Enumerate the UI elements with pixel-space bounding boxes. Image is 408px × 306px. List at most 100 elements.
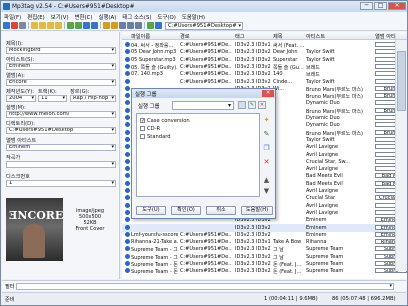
mp3-file-icon [125, 49, 130, 55]
favorite-folder-icon[interactable] [47, 22, 54, 29]
app-icon [3, 3, 10, 10]
cancel-button[interactable]: 취소 [206, 206, 236, 215]
action-label: Case conversion [147, 117, 190, 124]
cell-artist: Supreme Team [306, 261, 344, 267]
action-checkbox[interactable] [140, 134, 145, 139]
open-folder-icon[interactable] [31, 22, 38, 29]
title-bar[interactable]: Mp3tag v2.54 - C:#Users#951#Desktop# ─ □… [1, 1, 407, 12]
window-title: Mp3tag v2.54 - C:#Users#951#Desktop# [12, 3, 135, 10]
mp3-file-icon [125, 63, 130, 69]
help-button[interactable]: 도움말(H) [241, 206, 273, 215]
directory-dropdown[interactable]: C:#Users#951#Desktop# [165, 21, 243, 30]
status-bar: 준비 1 (00:04:11 | 9.6MB) 86 (05:07:48 | 6… [2, 292, 406, 305]
new-group-icon[interactable] [238, 101, 246, 109]
copy-action-icon[interactable]: ❐ [262, 143, 271, 152]
genre-field[interactable]: Rap / Hip-hop [70, 95, 116, 102]
remove-tag-icon[interactable] [11, 22, 18, 29]
mp3-file-icon [125, 180, 130, 186]
artist-field[interactable]: Eminem [6, 63, 116, 70]
action-item[interactable]: Standard [140, 133, 171, 140]
col-filename[interactable]: 파일이름 [131, 33, 150, 40]
freedb-icon[interactable] [119, 22, 126, 29]
cell-path: C:#Users#951#De... [180, 63, 232, 70]
cell-artist: Supreme Team [306, 253, 344, 260]
edit-group-icon[interactable]: ✎ [248, 101, 256, 109]
mp3-file-icon [125, 202, 130, 208]
tools-button[interactable]: 도구(U) [136, 206, 166, 215]
disc-field[interactable]: 1 [6, 180, 116, 187]
menu-convert[interactable]: 변환(C) [72, 13, 96, 21]
move-up-icon[interactable]: ▲ [262, 175, 271, 184]
cell-title: Cinde... [273, 78, 293, 85]
dialog-close-button[interactable]: ✕ [262, 90, 274, 97]
track-field[interactable]: 11 [38, 95, 67, 102]
close-button[interactable]: ✕ [388, 2, 406, 10]
cell-tag: ID3v2.3 ID3v2... [235, 231, 271, 238]
cell-artist: Eminem [306, 217, 327, 224]
filename-tag-icon[interactable] [75, 22, 82, 29]
menu-actions[interactable]: 실행(A) [95, 13, 119, 21]
menu-file[interactable]: 파일(F) [1, 13, 24, 21]
new-action-icon[interactable]: ✦ [262, 115, 271, 124]
action-item[interactable]: CD-R [140, 125, 160, 132]
action-checkbox[interactable]: ✓ [140, 118, 145, 124]
comment-field[interactable]: http://www.melon.com/ [6, 111, 116, 118]
table-row[interactable]: Supreme Team - 돈... C:#Users#951#De... ID3… [122, 267, 407, 275]
scrollbar-thumb[interactable] [397, 51, 406, 111]
filter-bar: 필터 [2, 280, 406, 291]
col-album-artist[interactable]: 앨범 아티 [375, 33, 396, 40]
tag-tag-icon[interactable] [91, 22, 98, 29]
text-tag-icon[interactable] [83, 22, 90, 29]
cell-artist: Taylor Swift [306, 49, 335, 56]
col-path[interactable]: 경로 [180, 33, 190, 40]
quick-actions-icon[interactable] [111, 22, 118, 29]
cell-artist: Rihanna [306, 239, 327, 246]
cover-portrait [23, 224, 45, 258]
amazon-icon[interactable] [127, 22, 134, 29]
mp3-file-icon [125, 261, 130, 266]
cell-tag: ID3v2.3 ID3v1... [235, 239, 271, 246]
vertical-scrollbar[interactable] [395, 40, 407, 271]
maximize-button[interactable]: □ [374, 2, 387, 10]
composer-field[interactable] [6, 161, 116, 168]
save-icon[interactable] [3, 22, 10, 29]
mp3-file-icon [125, 246, 130, 252]
action-item[interactable]: ✓ Case conversion [140, 117, 190, 124]
menu-tools[interactable]: 도구(O) [155, 13, 179, 21]
dialog-title-bar[interactable]: 실행 그룹 ✕ [132, 89, 275, 98]
title-field[interactable]: Mockingbird [6, 47, 116, 54]
export-icon[interactable] [55, 22, 62, 29]
action-checkbox[interactable] [140, 126, 145, 131]
menu-view[interactable]: 보기(V) [48, 13, 72, 21]
delete-action-icon[interactable]: ✕ [262, 157, 271, 166]
ok-button[interactable]: 확인(O) [171, 206, 201, 215]
delete-group-icon[interactable]: ✕ [258, 101, 266, 109]
move-down-icon[interactable]: ▼ [262, 186, 271, 195]
menu-edit[interactable]: 편집(E) [24, 13, 48, 21]
album-artist-field[interactable]: Eminem [6, 144, 116, 151]
tag-filename-icon[interactable] [67, 22, 74, 29]
album-field[interactable]: Encore [6, 79, 116, 86]
menu-tag-sources[interactable]: 태그 소스(S) [119, 13, 154, 21]
cell-path: C:#Users#951#De... [180, 49, 232, 56]
undo-icon[interactable] [19, 22, 26, 29]
discogs-icon[interactable] [135, 22, 142, 29]
playlist-icon[interactable] [147, 22, 154, 29]
cell-filename: Supreme Team - 돈... [131, 269, 178, 276]
app-window: Mp3tag v2.54 - C:#Users#951#Desktop# ─ □… [0, 0, 408, 306]
col-title[interactable]: 제목 [273, 33, 283, 40]
directory-field[interactable]: C:#Users#951#Desktop [6, 127, 116, 134]
actions-icon[interactable] [103, 22, 110, 29]
col-artist[interactable]: 아티스트 [306, 33, 325, 40]
action-label: Standard [147, 133, 171, 140]
year-field[interactable]: 2004 [6, 95, 36, 102]
col-tag[interactable]: 태그 [235, 33, 245, 40]
add-folder-icon[interactable] [39, 22, 46, 29]
filter-input[interactable] [16, 283, 394, 290]
edit-action-icon[interactable]: ✎ [262, 129, 271, 138]
group-select[interactable] [172, 101, 234, 110]
album-cover[interactable]: ƎNCORE [6, 198, 63, 261]
minimize-button[interactable]: ─ [360, 2, 373, 10]
settings-icon[interactable] [155, 22, 162, 29]
menu-help[interactable]: 도움말(H) [179, 13, 208, 21]
